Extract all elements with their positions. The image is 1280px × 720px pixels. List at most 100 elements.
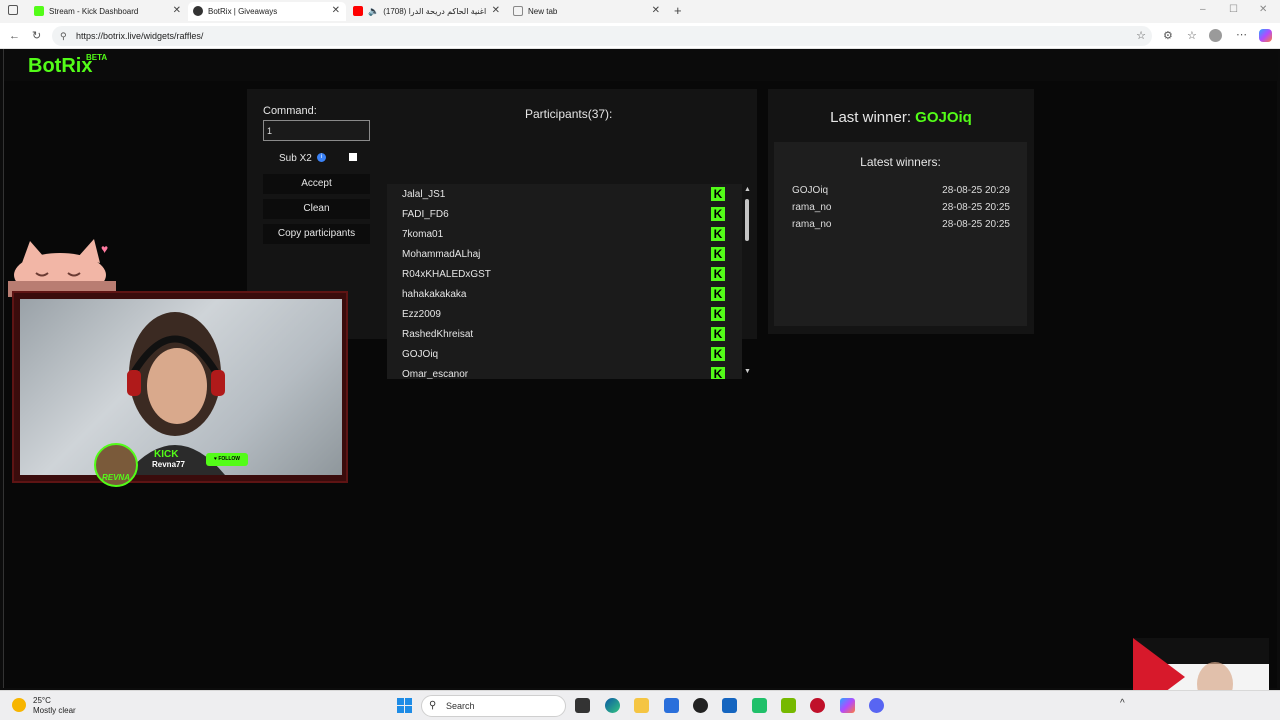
revna-logo: REVNA [101,473,130,482]
participant-row[interactable]: Ezz2009 K [387,304,742,324]
site-header: BotRix BETA [4,49,1278,81]
app-icon[interactable] [722,698,737,713]
last-winner-name: GOJOiq [915,109,972,126]
file-explorer-icon[interactable] [634,698,649,713]
speaker-icon[interactable]: 🔈 [368,6,379,17]
close-icon[interactable]: ✕ [492,5,500,16]
participant-name: RashedKhreisat [402,329,474,340]
winner-name: rama_no [792,202,832,213]
new-tab-icon[interactable]: + [674,3,682,18]
store-icon[interactable] [664,698,679,713]
scroll-thumb[interactable] [745,199,749,241]
discord-icon[interactable] [869,698,884,713]
participant-row[interactable]: R04xKHALEDxGST K [387,264,742,284]
info-icon[interactable]: i [317,153,326,162]
heart-icon: ♥ [101,242,109,256]
winners-panel: Last winner: GOJOiq Latest winners: GOJO… [768,89,1034,334]
kick-badge-icon: K [711,287,725,301]
participant-row[interactable]: GOJOiq K [387,344,742,364]
tab-new-tab[interactable]: New tab ✕ [508,2,666,21]
site-info-icon[interactable]: ⚲ [60,26,67,46]
window-close-icon[interactable]: ✕ [1259,4,1267,15]
participant-row[interactable]: FADI_FD6 K [387,204,742,224]
participant-name: FADI_FD6 [402,209,449,220]
weather-icon[interactable] [12,698,26,712]
search-placeholder: Search [446,701,475,711]
winner-name: rama_no [792,219,832,230]
scroll-up-icon[interactable]: ▲ [744,186,751,193]
edge-icon[interactable] [605,698,620,713]
follow-label: FOLLOW [218,456,241,462]
participant-name: MohammadALhaj [402,249,481,260]
taskbar: 25°C Mostly clear ⚲ Search ^ [0,690,1280,720]
kick-badge-icon: K [711,187,725,201]
close-icon[interactable]: ✕ [173,5,181,16]
winner-row: rama_no 28-08-25 20:25 [792,202,1010,216]
newtab-tab-icon [513,6,523,16]
tab-youtube[interactable]: 🔈 (1708) اغنية الحاكم دريحة الدرا ✕ [348,2,506,21]
participant-row[interactable]: hahakakakaka K [387,284,742,304]
copilot-taskbar-icon[interactable] [840,698,855,713]
green-app-icon[interactable] [752,698,767,713]
tab-actions-icon[interactable] [8,5,18,15]
participant-row[interactable]: RashedKhreisat K [387,324,742,344]
participants-scrollbar[interactable]: ▲ ▼ [744,186,751,376]
tab-title: Stream - Kick Dashboard [49,7,139,16]
webcam-frame: REVNA KICK Revna77 ♥ FOLLOW [12,291,348,487]
cat-mascot-image [8,239,116,297]
kick-badge-icon: K [711,207,725,221]
start-icon[interactable] [397,698,412,713]
participant-row[interactable]: Jalal_JS1 K [387,184,742,204]
tab-title: New tab [528,7,558,16]
minimize-icon[interactable]: – [1200,4,1206,15]
sub-x2-label: Sub X2 [279,153,312,164]
winner-name: GOJOiq [792,185,829,196]
scroll-down-icon[interactable]: ▼ [744,368,751,375]
tab-title: (1708) اغنية الحاكم دريحة الدرا [383,7,487,16]
tab-bar: Stream - Kick Dashboard ✕ BotRix | Givea… [0,0,1280,23]
last-winner-heading: Last winner: GOJOiq [768,109,1034,126]
streamer-name: Revna77 [152,460,185,469]
kick-label: KICK [154,449,179,460]
kick-badge-icon: K [711,227,725,241]
taskbar-search[interactable]: ⚲ Search [421,695,566,717]
participant-row[interactable]: MohammadALhaj K [387,244,742,264]
more-menu-icon[interactable]: ⋯ [1236,28,1247,42]
weather-widget[interactable]: 25°C Mostly clear [33,696,76,716]
participant-row[interactable]: 7koma01 K [387,224,742,244]
tab-botrix-giveaways[interactable]: BotRix | Giveaways ✕ [188,2,346,21]
temperature: 25°C [33,696,51,705]
url-field[interactable]: ⚲ https://botrix.live/widgets/raffles/ ☆ [52,26,1152,46]
participant-name: Omar_escanor [402,369,469,379]
sub-x2-checkbox[interactable] [349,153,357,161]
favorite-star-icon[interactable]: ☆ [1136,26,1146,46]
tab-kick-dashboard[interactable]: Stream - Kick Dashboard ✕ [29,2,187,21]
winner-time: 28-08-25 20:29 [942,185,1010,196]
maximize-icon[interactable]: ☐ [1229,4,1238,15]
search-icon: ⚲ [429,700,437,711]
botrix-logo[interactable]: BotRix [28,55,92,78]
participants-title: Participants(37): [525,107,613,121]
favorites-icon[interactable]: ☆ [1187,29,1197,43]
task-view-icon[interactable] [575,698,590,713]
participant-name: GOJOiq [402,349,439,360]
profile-avatar[interactable] [1209,29,1222,42]
back-icon[interactable]: ← [9,29,20,43]
nvidia-icon[interactable] [781,698,796,713]
refresh-icon[interactable]: ↻ [32,29,41,43]
extensions-icon[interactable]: ⚙ [1163,29,1173,43]
participant-row[interactable]: Omar_escanor K [387,364,742,379]
copilot-icon[interactable] [1259,29,1272,42]
close-icon[interactable]: ✕ [652,5,660,16]
command-input[interactable] [263,120,370,141]
tab-title: BotRix | Giveaways [208,7,278,16]
red-app-icon[interactable] [810,698,825,713]
obs-icon[interactable] [693,698,708,713]
copy-participants-button[interactable]: Copy participants [263,224,370,244]
accept-button[interactable]: Accept [263,174,370,194]
tray-chevron-icon[interactable]: ^ [1120,698,1125,709]
kick-badge-icon: K [711,267,725,281]
close-icon[interactable]: ✕ [332,5,340,16]
clean-button[interactable]: Clean [263,199,370,219]
command-label: Command: [263,105,317,117]
